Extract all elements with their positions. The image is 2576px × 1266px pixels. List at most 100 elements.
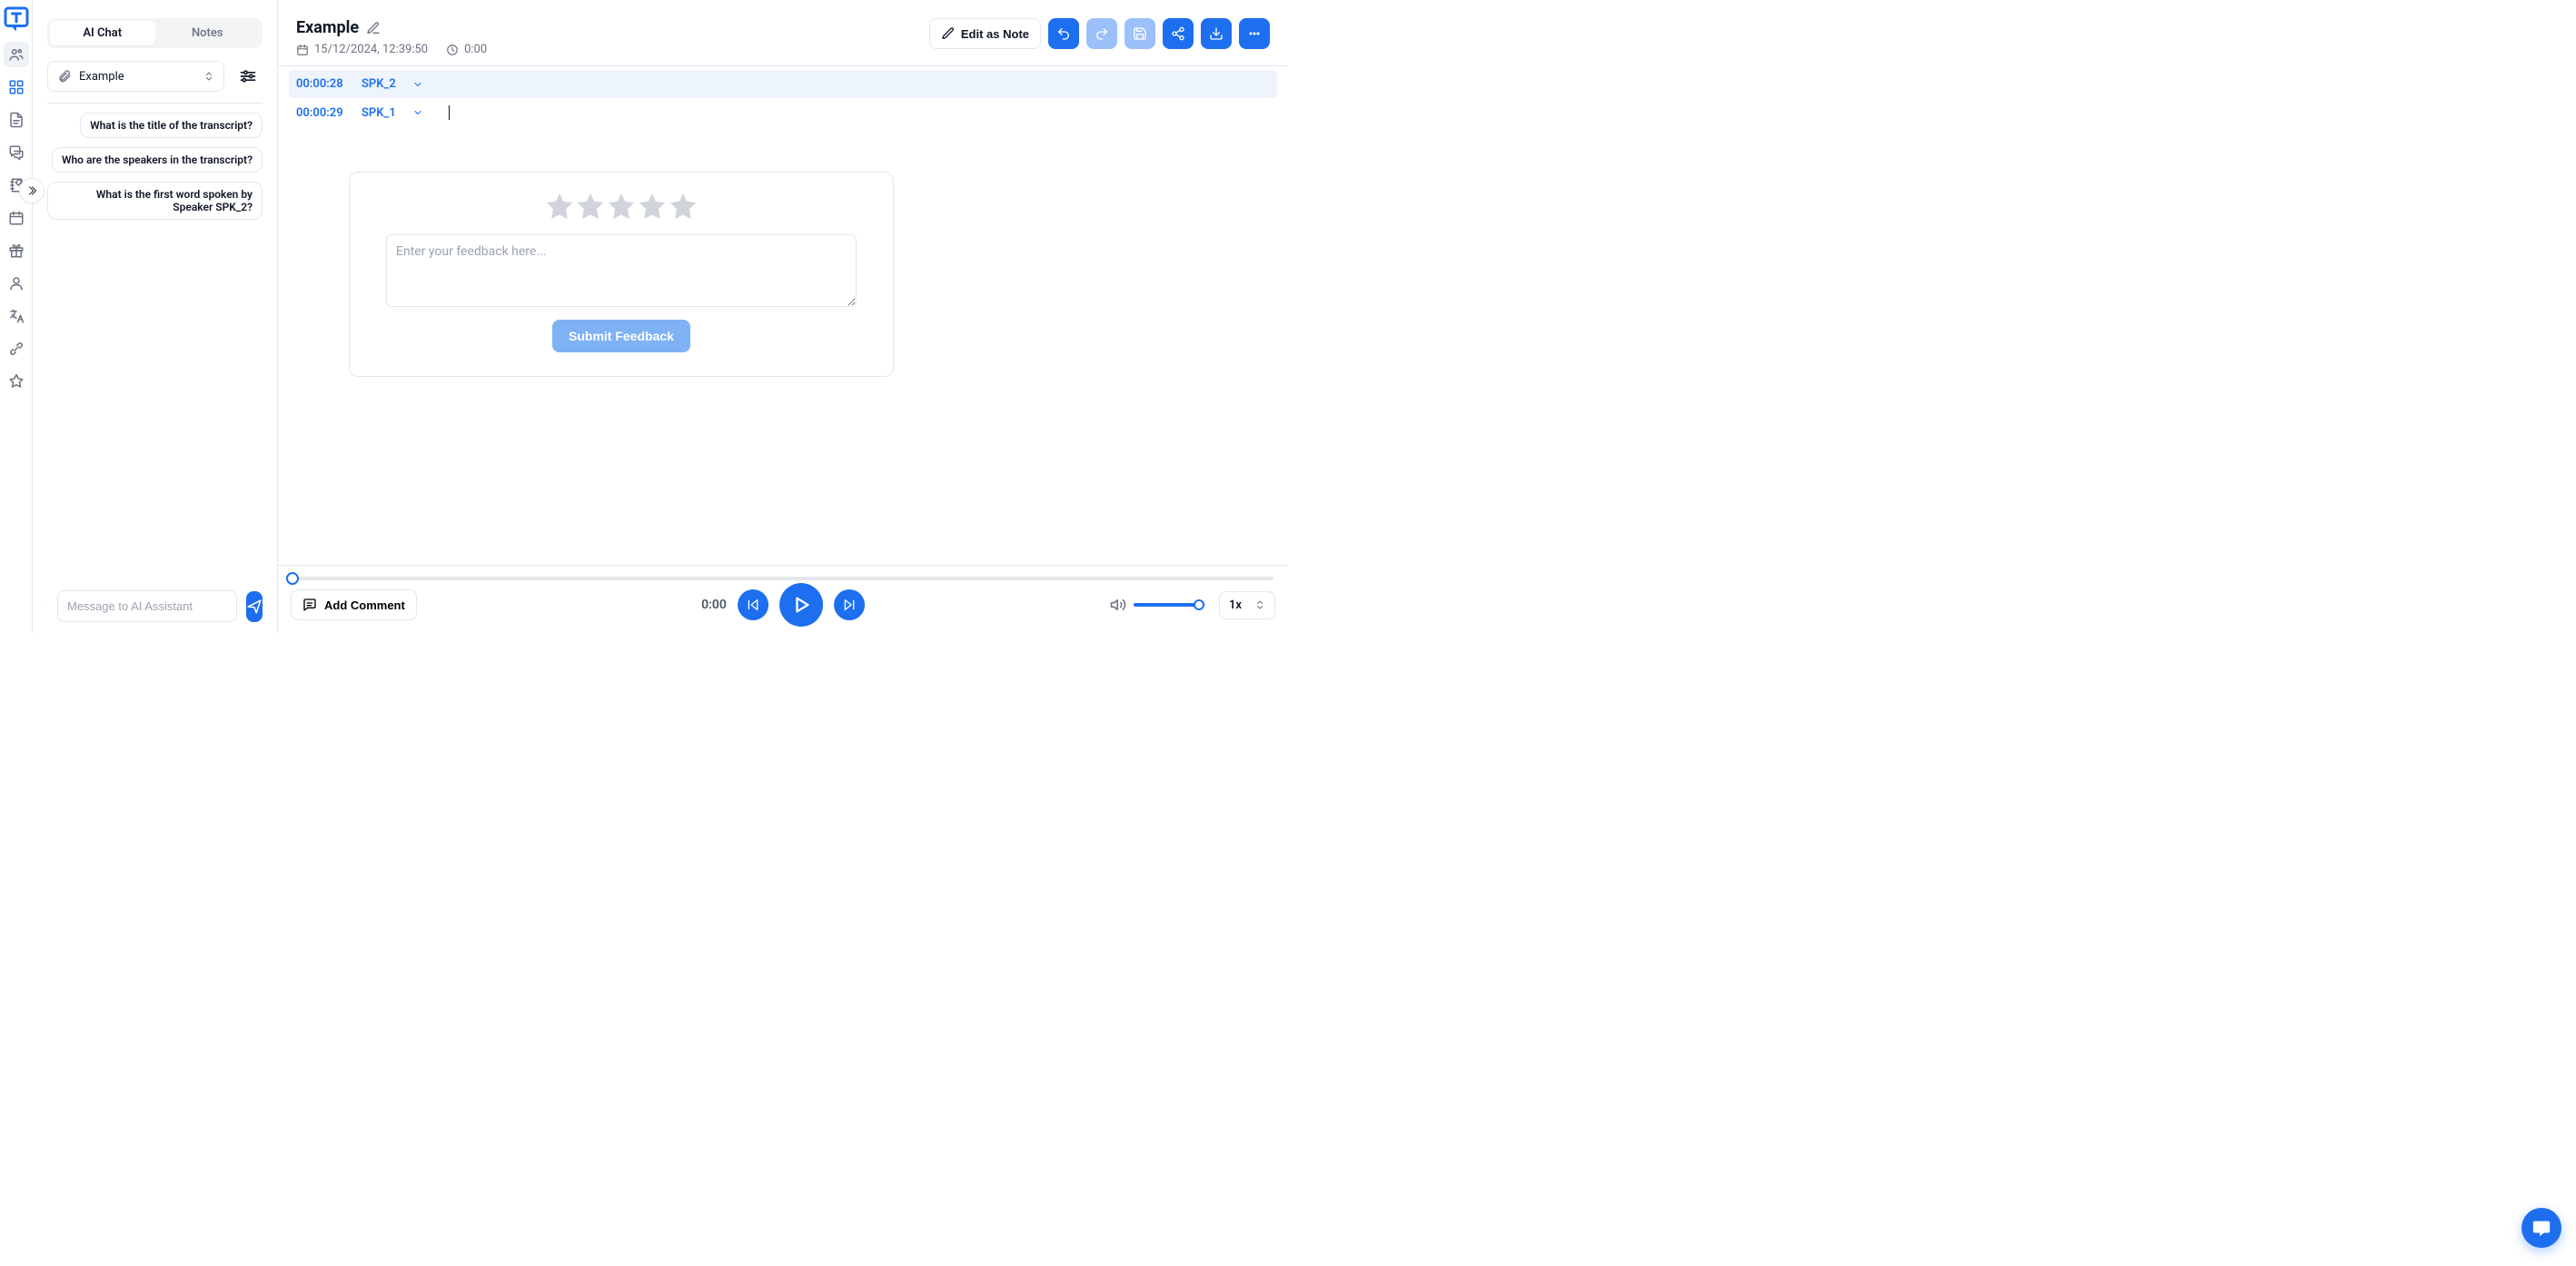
transcript-time: 00:00:29 [296,106,352,120]
progress-knob[interactable] [286,572,299,585]
chat-bubble-icon [2531,1218,2551,1238]
star-icon[interactable] [544,191,575,222]
sidebar [0,0,33,633]
player: Add Comment 0:00 [278,565,1288,633]
speed-selector[interactable]: 1x [1219,591,1275,619]
settings-sliders-button[interactable] [233,62,263,91]
transcript: 00:00:28 SPK_2 00:00:29 SPK_1 [278,66,1288,565]
sidebar-item-integration[interactable] [4,336,29,361]
compose-row [47,583,263,622]
transcript-time: 00:00:28 [296,77,352,91]
suggestion-pill[interactable]: What is the title of the transcript? [80,113,263,138]
skip-forward-icon [842,598,857,612]
playback-time: 0:00 [701,598,727,612]
speed-value: 1x [1229,598,1242,612]
edit-as-note-button[interactable]: Edit as Note [929,18,1041,49]
undo-icon [1056,26,1071,41]
sidebar-item-profile[interactable] [4,271,29,296]
suggestion-pill[interactable]: Who are the speakers in the transcript? [52,147,263,173]
tab-ai-chat[interactable]: AI Chat [50,21,155,45]
rating-stars [544,191,698,222]
text-cursor [449,105,450,120]
chevron-updown-icon [1254,599,1265,610]
transcript-row[interactable]: 00:00:28 SPK_2 [289,70,1277,98]
sidebar-item-calendar[interactable] [4,205,29,231]
add-comment-label: Add Comment [324,598,405,612]
app-logo[interactable] [3,5,30,33]
comment-icon [302,598,317,612]
sidebar-expand-button[interactable] [19,178,45,203]
skip-back-icon [746,598,760,612]
download-button[interactable] [1201,18,1232,49]
redo-icon [1095,26,1109,41]
pencil-icon [941,26,956,41]
edit-as-note-label: Edit as Note [961,27,1029,41]
page-title: Example [296,18,359,37]
sidebar-item-people[interactable] [4,42,29,67]
redo-button[interactable] [1086,18,1117,49]
star-icon[interactable] [606,191,637,222]
chevron-updown-icon [203,71,214,82]
add-comment-button[interactable]: Add Comment [291,589,417,620]
star-icon[interactable] [637,191,668,222]
volume-knob[interactable] [1194,599,1204,610]
ai-message-input[interactable] [57,590,237,622]
transcript-selector[interactable]: Example [47,61,224,92]
clock-icon [446,44,459,56]
sidebar-item-document[interactable] [4,107,29,133]
edit-title-button[interactable] [366,21,381,35]
skip-forward-button[interactable] [834,589,865,620]
volume-control [1110,597,1206,613]
transcript-row[interactable]: 00:00:29 SPK_1 [289,98,1277,127]
duration-value: 0:00 [464,43,487,56]
tab-notes[interactable]: Notes [155,21,261,45]
speaker-label: SPK_1 [362,106,396,120]
feedback-textarea[interactable] [386,234,857,307]
sparkle-icon [47,599,48,614]
date-value: 15/12/2024, 12:39:50 [314,43,428,56]
sidebar-item-translate[interactable] [4,303,29,329]
skip-back-button[interactable] [738,589,768,620]
star-icon[interactable] [668,191,698,222]
calendar-icon [296,44,309,56]
left-panel: AI Chat Notes Example What is the title … [33,0,278,633]
share-icon [1171,26,1185,41]
speaker-label: SPK_2 [362,77,396,91]
sidebar-item-gift[interactable] [4,238,29,263]
share-button[interactable] [1163,18,1194,49]
meta-date: 15/12/2024, 12:39:50 [296,43,428,56]
play-icon [791,595,811,615]
progress-bar[interactable] [292,577,1273,580]
volume-slider[interactable] [1134,603,1206,607]
more-icon [1247,26,1262,41]
chevron-down-icon [412,79,423,90]
sidebar-item-premium[interactable] [4,369,29,394]
pencil-square-icon [366,21,381,35]
star-icon[interactable] [575,191,606,222]
header: Example 15/12/2024, 12:39:50 0:00 [278,0,1288,66]
send-icon [246,598,263,615]
transcript-speaker[interactable]: SPK_2 [362,77,423,91]
transcript-speaker[interactable]: SPK_1 [362,106,423,120]
sidebar-item-dashboard[interactable] [4,74,29,100]
suggestions-list: What is the title of the transcript? Who… [47,113,263,220]
selector-label: Example [79,70,196,84]
panel-tabs: AI Chat Notes [47,18,263,48]
save-icon [1133,26,1147,41]
volume-icon[interactable] [1110,597,1126,613]
more-button[interactable] [1239,18,1270,49]
download-icon [1209,26,1224,41]
feedback-card: Submit Feedback [349,172,894,377]
save-button[interactable] [1125,18,1155,49]
chevron-down-icon [412,107,423,118]
undo-button[interactable] [1048,18,1079,49]
meta-duration: 0:00 [446,43,487,56]
paperclip-icon [57,69,72,84]
play-button[interactable] [779,583,823,627]
submit-feedback-button[interactable]: Submit Feedback [552,320,690,352]
suggestion-pill[interactable]: What is the first word spoken by Speaker… [47,182,263,220]
main-panel: Example 15/12/2024, 12:39:50 0:00 [278,0,1288,633]
chat-fab[interactable] [2522,1208,2561,1248]
send-button[interactable] [246,591,263,622]
sidebar-item-chat[interactable] [4,140,29,165]
